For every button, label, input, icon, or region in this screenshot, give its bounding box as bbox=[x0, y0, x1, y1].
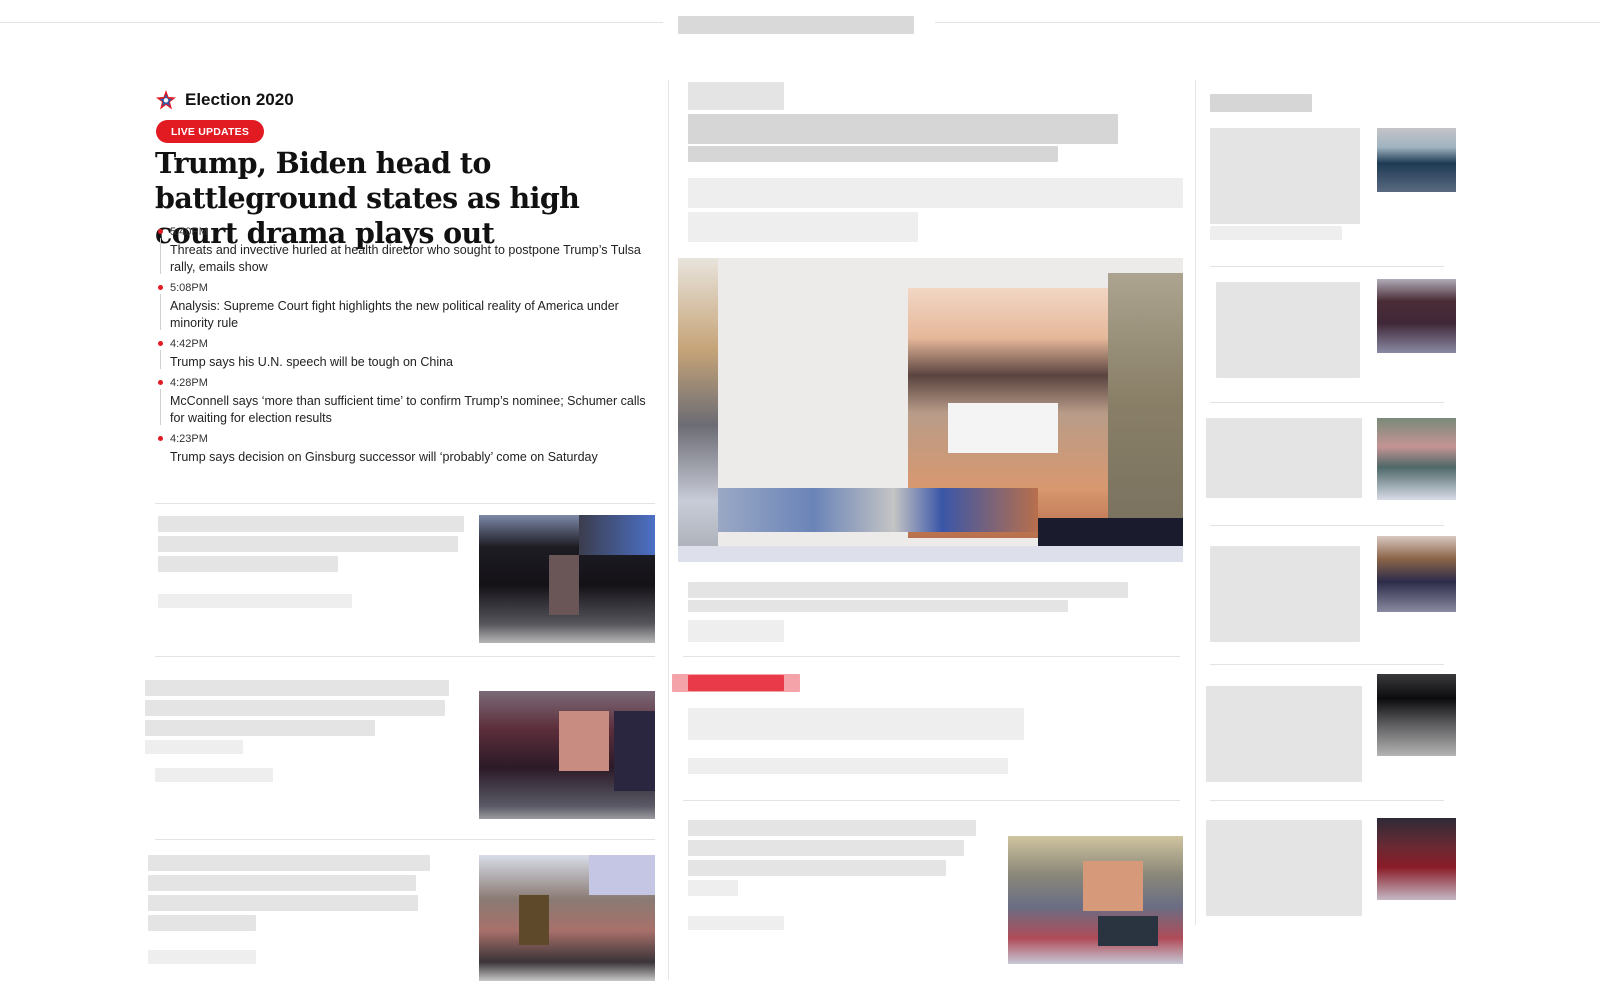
election-section-title: Election 2020 bbox=[185, 90, 294, 109]
story-thumbnail[interactable] bbox=[1377, 674, 1456, 756]
story-thumbnail[interactable] bbox=[1377, 536, 1456, 612]
story-headline-blurred[interactable] bbox=[688, 758, 1008, 774]
story-thumbnail[interactable] bbox=[479, 515, 655, 643]
story-headline-blurred[interactable] bbox=[1206, 820, 1362, 916]
story-headline-blurred[interactable] bbox=[688, 820, 976, 836]
story-headline-blurred[interactable] bbox=[145, 720, 375, 736]
bullet-dot-icon bbox=[158, 341, 163, 346]
update-time: 5:40PM bbox=[170, 226, 208, 238]
story-headline-blurred[interactable] bbox=[1216, 282, 1360, 378]
live-updates-badge: LIVE UPDATES bbox=[156, 120, 265, 143]
story-headline-blurred[interactable] bbox=[688, 708, 1024, 740]
story-headline-blurred[interactable] bbox=[688, 880, 738, 896]
lead-photo[interactable] bbox=[678, 258, 1183, 562]
story-thumbnail[interactable] bbox=[479, 691, 655, 819]
story-byline-blurred bbox=[688, 620, 784, 642]
bullet-dot-icon bbox=[158, 285, 163, 290]
story-byline-blurred bbox=[158, 594, 352, 608]
story-thumbnail[interactable] bbox=[1377, 818, 1456, 900]
story-headline-blurred[interactable] bbox=[148, 915, 256, 931]
section-divider bbox=[155, 503, 655, 504]
story-thumbnail[interactable] bbox=[1377, 128, 1456, 192]
update-time: 4:28PM bbox=[170, 377, 208, 389]
update-text[interactable]: Threats and invective hurled at health d… bbox=[170, 242, 650, 276]
live-update-item[interactable]: 5:08PM Analysis: Supreme Court fight hig… bbox=[158, 282, 650, 332]
story-headline-blurred[interactable] bbox=[688, 146, 1058, 162]
star-logo-icon bbox=[155, 89, 177, 111]
story-headline-blurred[interactable] bbox=[158, 556, 338, 572]
story-headline-blurred[interactable] bbox=[688, 114, 1118, 144]
story-headline-blurred[interactable] bbox=[1206, 418, 1362, 498]
update-time: 4:23PM bbox=[170, 433, 208, 445]
bullet-dot-icon bbox=[158, 436, 163, 441]
live-update-item[interactable]: 4:23PM Trump says decision on Ginsburg s… bbox=[158, 433, 650, 466]
update-text[interactable]: Analysis: Supreme Court fight highlights… bbox=[170, 298, 650, 332]
story-headline-blurred[interactable] bbox=[148, 855, 430, 871]
column-divider-right bbox=[1195, 80, 1196, 925]
live-kicker-blurred bbox=[688, 675, 784, 691]
story-headline-blurred[interactable] bbox=[688, 600, 1068, 612]
live-update-item[interactable]: 5:40PM Threats and invective hurled at h… bbox=[158, 226, 650, 276]
story-thumbnail[interactable] bbox=[479, 855, 655, 981]
section-divider bbox=[683, 800, 1180, 801]
live-updates-list: 5:40PM Threats and invective hurled at h… bbox=[158, 226, 650, 472]
story-headline-blurred[interactable] bbox=[148, 875, 416, 891]
live-update-item[interactable]: 4:42PM Trump says his U.N. speech will b… bbox=[158, 338, 650, 371]
story-headline-blurred[interactable] bbox=[158, 516, 464, 532]
story-headline-blurred[interactable] bbox=[145, 740, 243, 754]
section-kicker-blurred[interactable] bbox=[1210, 94, 1312, 112]
story-headline-blurred[interactable] bbox=[688, 840, 964, 856]
election-section-header[interactable]: Election 2020 bbox=[155, 88, 294, 112]
update-text[interactable]: Trump says his U.N. speech will be tough… bbox=[170, 354, 650, 371]
section-divider bbox=[1210, 664, 1444, 665]
story-byline-blurred bbox=[155, 768, 273, 782]
column-divider-left bbox=[668, 80, 669, 980]
section-divider bbox=[1210, 266, 1444, 267]
update-text[interactable]: McConnell says ‘more than sufficient tim… bbox=[170, 393, 650, 427]
story-thumbnail[interactable] bbox=[1008, 836, 1183, 964]
story-byline-blurred bbox=[1210, 226, 1342, 240]
section-divider bbox=[683, 656, 1180, 657]
top-divider-left bbox=[0, 22, 663, 23]
story-headline-blurred[interactable] bbox=[1210, 546, 1360, 642]
story-headline-blurred[interactable] bbox=[158, 536, 458, 552]
story-byline-blurred bbox=[148, 950, 256, 964]
story-thumbnail[interactable] bbox=[1377, 279, 1456, 353]
story-headline-blurred[interactable] bbox=[1206, 686, 1362, 782]
story-headline-blurred[interactable] bbox=[1210, 128, 1360, 224]
story-headline-blurred[interactable] bbox=[145, 700, 445, 716]
update-time: 5:08PM bbox=[170, 282, 208, 294]
update-time: 4:42PM bbox=[170, 338, 208, 350]
story-summary-blurred bbox=[688, 212, 918, 242]
section-divider bbox=[1210, 800, 1444, 801]
section-divider bbox=[155, 839, 655, 840]
story-headline-blurred[interactable] bbox=[148, 895, 418, 911]
bullet-dot-icon bbox=[158, 229, 163, 234]
story-summary-blurred bbox=[688, 178, 1183, 208]
section-divider bbox=[155, 656, 655, 657]
update-text[interactable]: Trump says decision on Ginsburg successo… bbox=[170, 449, 650, 466]
section-divider bbox=[1210, 525, 1444, 526]
story-thumbnail[interactable] bbox=[1377, 418, 1456, 500]
story-headline-blurred[interactable] bbox=[145, 680, 449, 696]
top-divider-right bbox=[935, 22, 1600, 23]
story-headline-blurred[interactable] bbox=[688, 860, 946, 876]
top-banner-blurred-text[interactable] bbox=[678, 16, 914, 34]
section-divider bbox=[1210, 402, 1444, 403]
story-kicker-blurred[interactable] bbox=[688, 82, 784, 110]
live-update-item[interactable]: 4:28PM McConnell says ‘more than suffici… bbox=[158, 377, 650, 427]
story-headline-blurred[interactable] bbox=[688, 582, 1128, 598]
story-byline-blurred bbox=[688, 916, 784, 930]
bullet-dot-icon bbox=[158, 380, 163, 385]
